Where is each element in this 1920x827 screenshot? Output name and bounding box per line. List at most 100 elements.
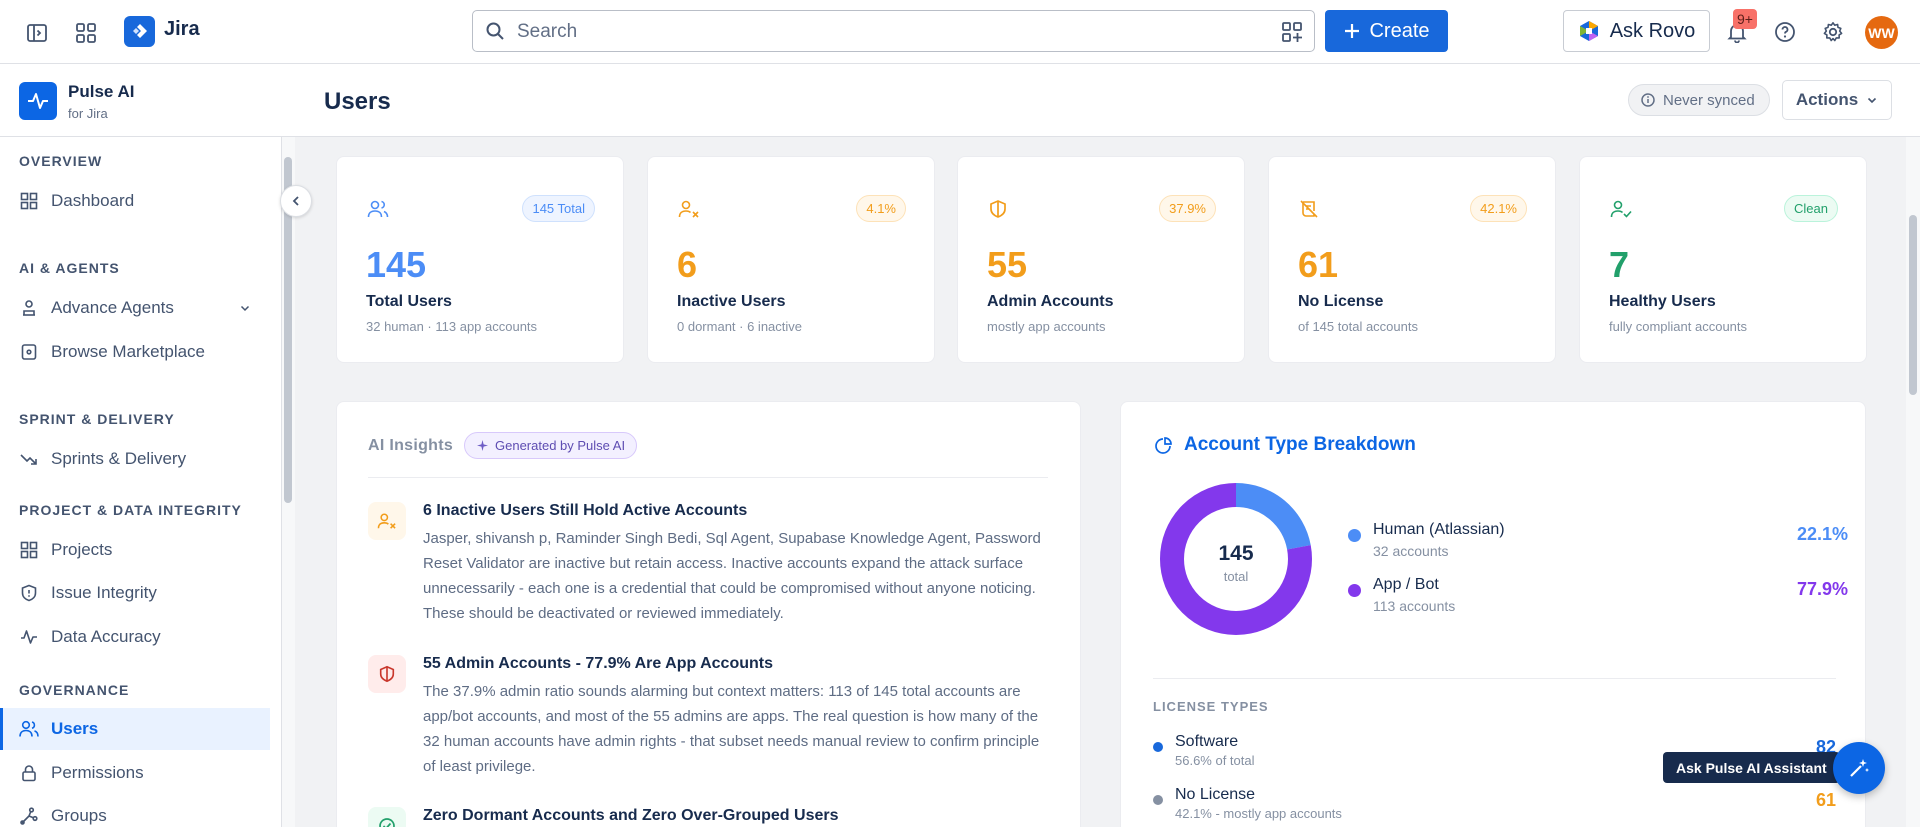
product-name[interactable]: Jira bbox=[164, 18, 200, 41]
sidebar-item-permissions[interactable]: Permissions bbox=[0, 752, 270, 794]
sidebar-item-label: Projects bbox=[51, 540, 113, 559]
stat-sub: 0 dormant · 6 inactive bbox=[677, 319, 803, 334]
lock-icon bbox=[19, 763, 39, 783]
actions-button[interactable]: Actions bbox=[1782, 80, 1892, 120]
sidebar-item-label: Dashboard bbox=[51, 191, 135, 210]
stat-badge: 145 Total bbox=[522, 195, 595, 222]
legend-pct: 22.1% bbox=[1796, 524, 1848, 544]
marketplace-icon bbox=[19, 342, 39, 362]
legend-name: App / Bot bbox=[1373, 576, 1439, 593]
page-scrollbar-thumb[interactable] bbox=[1909, 215, 1917, 395]
sidebar-item-label: Sprints & Delivery bbox=[51, 449, 187, 468]
app-subtitle: for Jira bbox=[68, 106, 108, 121]
license-count: 61 bbox=[1815, 790, 1836, 810]
legend-pct: 77.9% bbox=[1796, 579, 1848, 599]
sidebar: OVERVIEW Dashboard AI & AGENTS Advance A… bbox=[0, 137, 282, 827]
insight-item: 6 Inactive Users Still Hold Active Accou… bbox=[368, 502, 1048, 637]
ask-rovo-label: Ask Rovo bbox=[1609, 19, 1696, 42]
sidebar-item-label: Browse Marketplace bbox=[51, 342, 206, 361]
donut-center-value: 145 bbox=[1218, 542, 1254, 565]
generated-by-label: Generated by Pulse AI bbox=[495, 438, 626, 453]
sidebar-item-data-accuracy[interactable]: Data Accuracy bbox=[0, 616, 270, 658]
stat-sub: mostly app accounts bbox=[987, 319, 1106, 334]
avatar[interactable]: WW bbox=[1865, 16, 1898, 49]
agent-icon bbox=[19, 298, 39, 318]
license-dot bbox=[1153, 795, 1163, 805]
divider bbox=[1153, 678, 1836, 679]
license-sub: 56.6% of total bbox=[1175, 753, 1255, 768]
shield-icon bbox=[988, 199, 1008, 219]
page-scrollbar[interactable] bbox=[1906, 137, 1920, 827]
shield-icon bbox=[368, 655, 406, 693]
projects-icon bbox=[19, 540, 39, 560]
sidebar-item-sprints-delivery[interactable]: Sprints & Delivery bbox=[0, 438, 270, 480]
donut-center-label: total bbox=[1223, 569, 1249, 584]
stat-card-no-license[interactable]: 42.1% 61 No License of 145 total account… bbox=[1268, 156, 1556, 363]
info-icon bbox=[1641, 93, 1655, 107]
stat-badge: 37.9% bbox=[1159, 195, 1216, 222]
app-switcher-icon[interactable] bbox=[73, 20, 99, 46]
ai-insights-heading: AI Insights bbox=[368, 437, 454, 454]
license-name: Software bbox=[1175, 733, 1239, 750]
insight-title: Zero Dormant Accounts and Zero Over-Grou… bbox=[423, 807, 839, 824]
license-sub: 42.1% - mostly app accounts bbox=[1175, 806, 1342, 821]
qr-filter-icon[interactable] bbox=[1281, 21, 1303, 43]
sidebar-section-ai-agents: AI & AGENTS bbox=[19, 260, 120, 276]
sync-status-badge: Never synced bbox=[1628, 84, 1770, 116]
stat-card-healthy-users[interactable]: Clean 7 Healthy Users fully compliant ac… bbox=[1579, 156, 1867, 363]
no-license-icon bbox=[1299, 199, 1319, 219]
activity-icon bbox=[19, 627, 39, 647]
check-circle-icon bbox=[368, 807, 406, 827]
ask-rovo-button[interactable]: Ask Rovo bbox=[1563, 10, 1710, 52]
gear-icon[interactable] bbox=[1821, 20, 1845, 44]
jira-logo-icon[interactable] bbox=[124, 16, 155, 47]
help-icon[interactable] bbox=[1773, 20, 1797, 44]
legend-sub: 113 accounts bbox=[1373, 598, 1456, 614]
legend-item-app-bot: App / Bot 113 accounts 77.9% bbox=[1348, 576, 1848, 618]
sidebar-toggle-icon[interactable] bbox=[24, 20, 50, 46]
sidebar-item-issue-integrity[interactable]: Issue Integrity bbox=[0, 572, 270, 614]
insight-title: 55 Admin Accounts - 77.9% Are App Accoun… bbox=[423, 655, 773, 672]
sparkle-icon bbox=[477, 440, 488, 451]
stat-card-inactive-users[interactable]: 4.1% 6 Inactive Users 0 dormant · 6 inac… bbox=[647, 156, 935, 363]
stat-card-total-users[interactable]: 145 Total 145 Total Users 32 human · 113… bbox=[336, 156, 624, 363]
stat-card-admin-accounts[interactable]: 37.9% 55 Admin Accounts mostly app accou… bbox=[957, 156, 1245, 363]
legend-sub: 32 accounts bbox=[1373, 543, 1449, 559]
sync-status-label: Never synced bbox=[1663, 91, 1755, 109]
create-button[interactable]: Create bbox=[1325, 10, 1448, 52]
search-input[interactable]: Search bbox=[472, 10, 1315, 52]
chevron-down-icon bbox=[240, 305, 250, 312]
sidebar-section-sprint-delivery: SPRINT & DELIVERY bbox=[19, 411, 175, 427]
sidebar-scrollbar[interactable] bbox=[282, 137, 295, 827]
page-header: Pulse AI for Jira Users Never synced Act… bbox=[0, 64, 1920, 137]
collapse-sidebar-button[interactable] bbox=[280, 185, 312, 217]
license-name: No License bbox=[1175, 786, 1256, 803]
page-title: Users bbox=[324, 88, 391, 115]
divider bbox=[368, 477, 1048, 478]
user-check-icon bbox=[1610, 199, 1632, 219]
sidebar-item-advance-agents[interactable]: Advance Agents bbox=[0, 287, 270, 329]
stat-value: 55 bbox=[987, 244, 1028, 285]
sidebar-section-governance: GOVERNANCE bbox=[19, 682, 130, 698]
stat-value: 7 bbox=[1609, 244, 1630, 285]
stat-sub: of 145 total accounts bbox=[1298, 319, 1418, 334]
sidebar-item-dashboard[interactable]: Dashboard bbox=[0, 180, 270, 222]
assistant-tooltip: Ask Pulse AI Assistant bbox=[1663, 752, 1840, 783]
chevron-down-icon bbox=[1868, 97, 1877, 104]
insight-item: 55 Admin Accounts - 77.9% Are App Accoun… bbox=[368, 655, 1048, 790]
insight-body: Jasper, shivansh p, Raminder Singh Bedi,… bbox=[423, 530, 1041, 622]
sidebar-item-groups[interactable]: Groups bbox=[0, 795, 270, 827]
sidebar-item-users[interactable]: Users bbox=[0, 708, 270, 750]
user-x-icon bbox=[368, 502, 406, 540]
user-x-icon bbox=[678, 199, 700, 219]
stat-badge: 42.1% bbox=[1470, 195, 1527, 222]
sidebar-item-projects[interactable]: Projects bbox=[0, 529, 270, 571]
sidebar-item-label: Data Accuracy bbox=[51, 627, 161, 646]
app-name: Pulse AI bbox=[68, 82, 135, 101]
pulse-logo-icon[interactable] bbox=[19, 82, 57, 120]
top-navigation-bar: Jira Search Create Ask Rovo 9+ WW bbox=[0, 0, 1920, 64]
ask-pulse-ai-button[interactable] bbox=[1833, 742, 1885, 794]
stat-label: Inactive Users bbox=[677, 293, 786, 310]
sidebar-item-browse-marketplace[interactable]: Browse Marketplace bbox=[0, 331, 270, 373]
ai-insights-panel: AI Insights Generated by Pulse AI 6 Inac… bbox=[336, 401, 1081, 827]
